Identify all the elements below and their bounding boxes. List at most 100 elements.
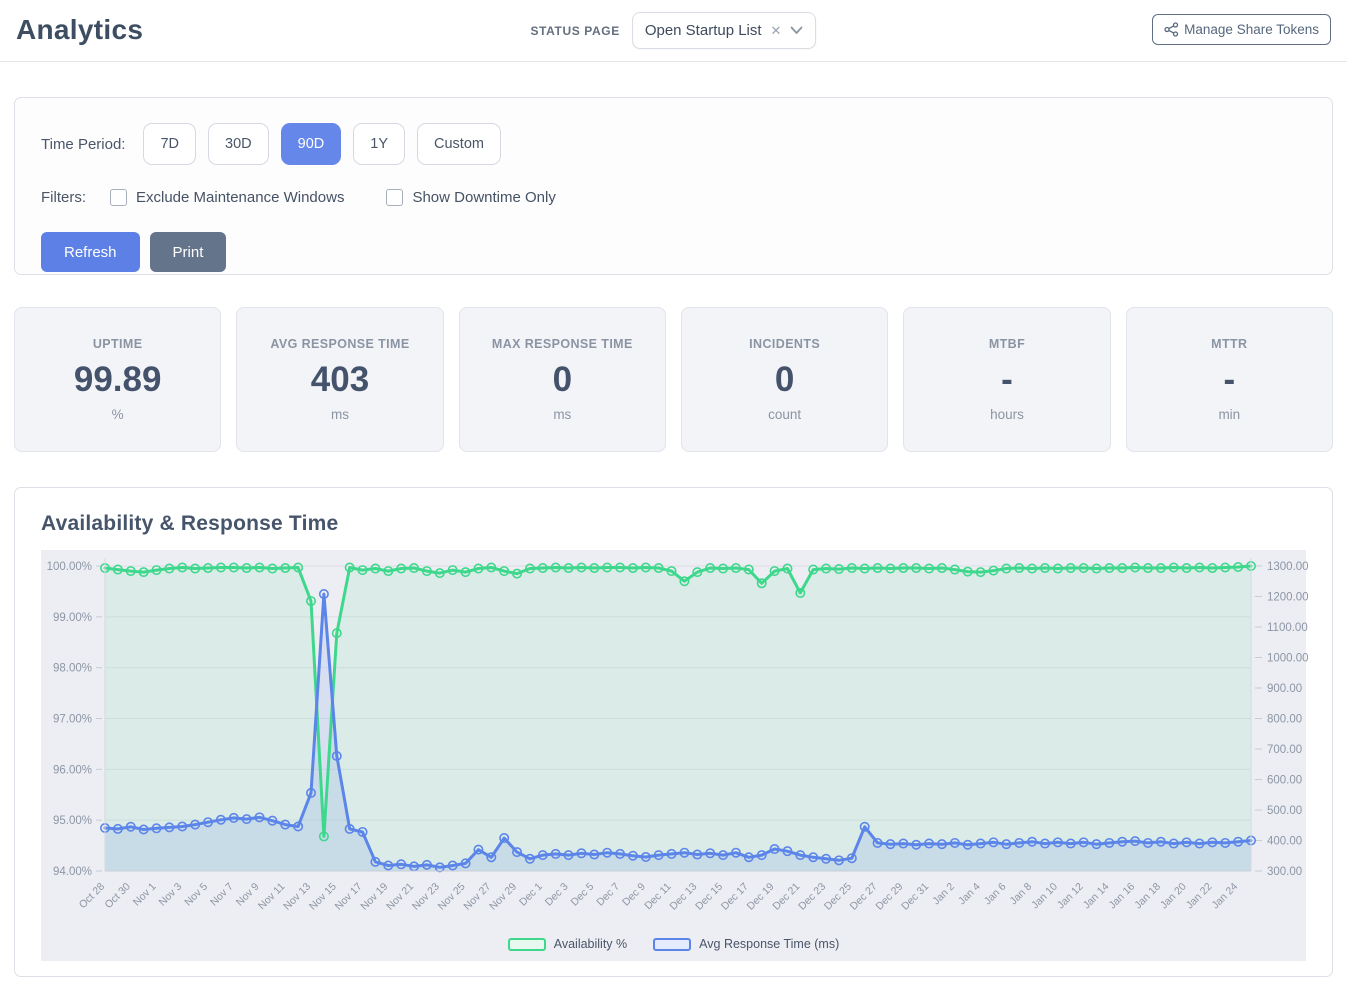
stat-value: - bbox=[1223, 360, 1235, 400]
availability-response-chart: 100.00%99.00%98.00%97.00%96.00%95.00%94.… bbox=[41, 552, 1308, 930]
svg-text:Nov 13: Nov 13 bbox=[281, 881, 313, 913]
stat-unit: min bbox=[1218, 407, 1240, 422]
svg-text:Dec 17: Dec 17 bbox=[719, 881, 751, 913]
status-page-value: Open Startup List bbox=[645, 22, 762, 39]
filter-panel: Time Period: 7D 30D 90D 1Y Custom Filters: E… bbox=[14, 97, 1333, 275]
svg-text:96.00%: 96.00% bbox=[53, 764, 92, 776]
svg-text:Dec 15: Dec 15 bbox=[693, 881, 725, 913]
svg-text:600.00: 600.00 bbox=[1267, 775, 1302, 787]
time-period-custom[interactable]: Custom bbox=[417, 123, 501, 165]
svg-text:100.00%: 100.00% bbox=[47, 561, 92, 573]
svg-text:1000.00: 1000.00 bbox=[1267, 653, 1308, 665]
svg-text:800.00: 800.00 bbox=[1267, 714, 1302, 726]
svg-text:Dec 23: Dec 23 bbox=[796, 881, 828, 913]
svg-text:Nov 5: Nov 5 bbox=[182, 881, 210, 909]
svg-text:Dec 7: Dec 7 bbox=[594, 881, 622, 909]
stats-row: UPTIME99.89%AVG RESPONSE TIME403msMAX RE… bbox=[14, 307, 1333, 452]
svg-text:900.00: 900.00 bbox=[1267, 683, 1302, 695]
app-title: Analytics bbox=[16, 14, 143, 46]
clear-selection-icon[interactable]: ✕ bbox=[771, 24, 782, 37]
time-period-1y[interactable]: 1Y bbox=[353, 123, 405, 165]
stat-card-max-response-time: MAX RESPONSE TIME0ms bbox=[459, 307, 666, 452]
svg-text:Nov 1: Nov 1 bbox=[131, 881, 159, 909]
svg-text:Nov 27: Nov 27 bbox=[461, 881, 493, 913]
svg-text:Jan 24: Jan 24 bbox=[1209, 881, 1240, 912]
stat-unit: ms bbox=[331, 407, 349, 422]
stat-value: 99.89 bbox=[74, 360, 162, 400]
svg-text:Dec 3: Dec 3 bbox=[543, 881, 571, 909]
svg-text:Jan 10: Jan 10 bbox=[1029, 881, 1060, 912]
svg-text:Jan 22: Jan 22 bbox=[1184, 881, 1215, 912]
checkbox-label: Show Downtime Only bbox=[412, 189, 555, 206]
legend-item[interactable]: Availability % bbox=[508, 937, 627, 951]
chart-legend: Availability % Avg Response Time (ms) bbox=[41, 935, 1306, 961]
svg-text:Dec 5: Dec 5 bbox=[569, 881, 597, 909]
chart-widget: 100.00%99.00%98.00%97.00%96.00%95.00%94.… bbox=[41, 550, 1306, 961]
stat-label: MAX RESPONSE TIME bbox=[492, 337, 633, 351]
svg-text:Jan 18: Jan 18 bbox=[1132, 881, 1163, 912]
time-period-7d[interactable]: 7D bbox=[143, 123, 196, 165]
svg-text:400.00: 400.00 bbox=[1267, 836, 1302, 848]
svg-text:Jan 4: Jan 4 bbox=[956, 881, 983, 908]
svg-text:700.00: 700.00 bbox=[1267, 744, 1302, 756]
legend-label: Availability % bbox=[554, 937, 627, 951]
time-period-30d[interactable]: 30D bbox=[208, 123, 269, 165]
status-page-select[interactable]: Open Startup List ✕ bbox=[632, 12, 817, 49]
legend-item[interactable]: Avg Response Time (ms) bbox=[653, 937, 839, 951]
svg-text:Jan 12: Jan 12 bbox=[1055, 881, 1086, 912]
stat-label: MTBF bbox=[989, 337, 1025, 351]
manage-share-tokens-button[interactable]: Manage Share Tokens bbox=[1152, 14, 1331, 45]
svg-text:Dec 19: Dec 19 bbox=[745, 881, 777, 913]
time-period-buttons: 7D 30D 90D 1Y Custom bbox=[143, 123, 500, 165]
svg-text:98.00%: 98.00% bbox=[53, 663, 92, 675]
chart-panel: Availability & Response Time 100.00%99.0… bbox=[14, 487, 1333, 977]
stat-card-avg-response-time: AVG RESPONSE TIME403ms bbox=[236, 307, 443, 452]
filter-checkbox-1[interactable]: Show Downtime Only bbox=[386, 189, 555, 206]
svg-text:Nov 21: Nov 21 bbox=[384, 881, 416, 913]
legend-label: Avg Response Time (ms) bbox=[699, 937, 839, 951]
stat-label: MTTR bbox=[1211, 337, 1247, 351]
svg-text:Jan 2: Jan 2 bbox=[930, 881, 957, 908]
stat-unit: ms bbox=[553, 407, 571, 422]
checkbox-icon[interactable] bbox=[110, 189, 127, 206]
stat-card-mttr: MTTR - min bbox=[1126, 307, 1333, 452]
svg-text:Nov 29: Nov 29 bbox=[487, 881, 519, 913]
svg-text:Dec 11: Dec 11 bbox=[642, 881, 674, 913]
print-button[interactable]: Print bbox=[150, 232, 227, 272]
refresh-button[interactable]: Refresh bbox=[41, 232, 140, 272]
svg-text:Nov 19: Nov 19 bbox=[358, 881, 390, 913]
chevron-down-icon[interactable] bbox=[790, 26, 803, 35]
stat-value: - bbox=[1001, 360, 1013, 400]
svg-text:Nov 11: Nov 11 bbox=[256, 881, 288, 913]
svg-text:Dec 27: Dec 27 bbox=[848, 881, 880, 913]
svg-text:Oct 30: Oct 30 bbox=[103, 881, 133, 911]
time-period-label: Time Period: bbox=[41, 136, 125, 153]
svg-text:Jan 14: Jan 14 bbox=[1081, 881, 1112, 912]
svg-text:Dec 13: Dec 13 bbox=[667, 881, 699, 913]
svg-text:300.00: 300.00 bbox=[1267, 866, 1302, 878]
manage-share-tokens-label: Manage Share Tokens bbox=[1184, 22, 1319, 37]
svg-text:Nov 23: Nov 23 bbox=[410, 881, 442, 913]
svg-text:Dec 25: Dec 25 bbox=[822, 881, 854, 913]
legend-swatch-icon bbox=[653, 938, 691, 951]
svg-text:1300.00: 1300.00 bbox=[1267, 561, 1308, 573]
svg-text:Jan 20: Jan 20 bbox=[1158, 881, 1189, 912]
checkbox-label: Exclude Maintenance Windows bbox=[136, 189, 344, 206]
svg-text:1200.00: 1200.00 bbox=[1267, 592, 1308, 604]
stat-unit: count bbox=[768, 407, 801, 422]
svg-text:97.00%: 97.00% bbox=[53, 714, 92, 726]
stat-value: 403 bbox=[311, 360, 369, 400]
time-period-90d[interactable]: 90D bbox=[281, 123, 342, 165]
svg-text:Dec 29: Dec 29 bbox=[873, 881, 905, 913]
filter-checkbox-0[interactable]: Exclude Maintenance Windows bbox=[110, 189, 344, 206]
svg-text:Dec 1: Dec 1 bbox=[517, 881, 545, 909]
status-page-label: STATUS PAGE bbox=[531, 24, 620, 38]
svg-text:Nov 25: Nov 25 bbox=[436, 881, 468, 913]
svg-text:500.00: 500.00 bbox=[1267, 805, 1302, 817]
filters-label: Filters: bbox=[41, 189, 86, 206]
checkbox-icon[interactable] bbox=[386, 189, 403, 206]
svg-text:Jan 6: Jan 6 bbox=[982, 881, 1009, 908]
svg-text:94.00%: 94.00% bbox=[53, 866, 92, 878]
svg-text:Oct 28: Oct 28 bbox=[77, 881, 107, 911]
svg-text:Nov 3: Nov 3 bbox=[156, 881, 184, 909]
